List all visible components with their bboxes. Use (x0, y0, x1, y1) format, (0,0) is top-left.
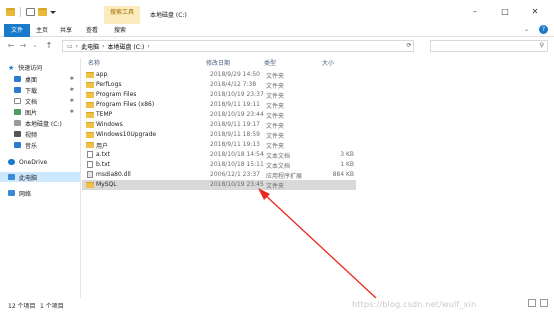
arrow-shaft (263, 193, 377, 299)
item-count: 12 个项目 (8, 303, 36, 310)
selected-count: 1 个项目 (40, 303, 64, 310)
annotation-arrow (258, 188, 377, 299)
large-icons-view-icon[interactable] (540, 299, 548, 307)
details-view-icon[interactable] (528, 299, 536, 307)
watermark: https://blog.csdn.net/wulf_xin (352, 300, 477, 309)
